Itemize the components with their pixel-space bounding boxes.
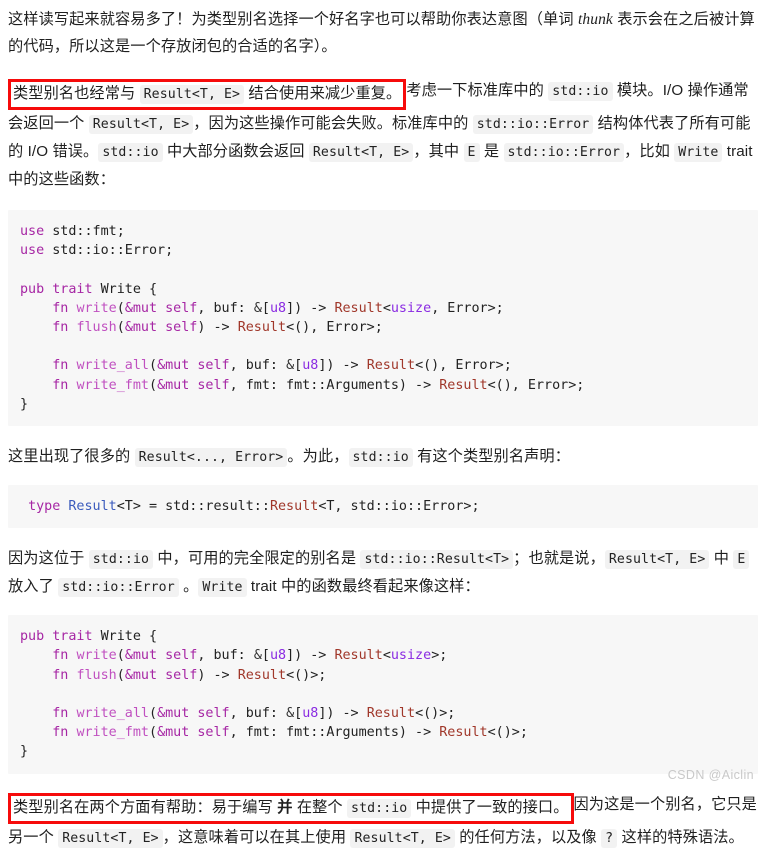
inline-code: std::io — [548, 82, 613, 101]
highlight-text-1: 类型别名在两个方面有帮助：易于编写 — [13, 798, 278, 816]
paragraph-text-5: ，因为这些操作可能会失败。标准库中的 — [193, 115, 473, 132]
paragraph-text-2: 。为此， — [287, 448, 349, 466]
inline-code: std::io::Error — [58, 578, 179, 598]
paragraph-text-7: 中大部分函数会返回 — [162, 143, 309, 160]
inline-code: Result<T, E> — [139, 85, 245, 104]
code-block-type-alias: type Result<T> = std::result::Result<T, … — [8, 485, 758, 529]
inline-code: ? — [601, 828, 618, 848]
inline-code: E — [733, 550, 750, 570]
paragraph-alias-benefits: 类型别名在两个方面有帮助：易于编写 并 在整个 std::io 中提供了一致的接… — [8, 791, 758, 852]
paragraph-result-alias: 类型别名也经常与 Result<T, E> 结合使用来减少重复。 考虑一下标准库中… — [8, 77, 758, 193]
inline-code: std::io — [347, 798, 412, 818]
inline-code: Result<T, E> — [604, 550, 710, 570]
paragraph-text-6: 的任何方法，以及像 — [454, 828, 602, 846]
paragraph-text-2: 中，可用的完全限定的别名是 — [153, 550, 361, 568]
highlight-box-secondary: 类型别名在两个方面有帮助：易于编写 并 在整个 std::io 中提供了一致的接… — [8, 792, 574, 824]
paragraph-many-results: 这里出现了很多的 Result<..., Error> 。为此， std::io 有… — [8, 443, 758, 471]
paragraph-text-3: ；也就是说， — [513, 550, 605, 568]
italic-term-thunk: thunk — [577, 11, 613, 28]
paragraph-text-9: 是 — [479, 143, 504, 160]
paragraph-text-7: 这样的特殊语法。 — [617, 828, 744, 846]
code-block-write-trait-full: use std::fmt; use std::io::Error; pub tr… — [8, 210, 758, 427]
paragraph-text-3: 有这个类型别名声明： — [412, 448, 570, 466]
highlight-text-1: 类型别名也经常与 — [13, 85, 140, 102]
highlight-box-primary: 类型别名也经常与 Result<T, E> 结合使用来减少重复。 — [8, 79, 407, 110]
inline-code: E — [463, 143, 480, 162]
paragraph-text-1: 这里出现了很多的 — [8, 448, 135, 466]
inline-code: std::io::Result<T> — [360, 550, 514, 570]
inline-code: std::io::Error — [503, 143, 625, 162]
paragraph-intro-text-1: 这样读写起来就容易多了！为类型别名选择一个好名字也可以帮助你表达意图（单词 — [8, 11, 578, 28]
paragraph-text-5: 放入了 — [8, 578, 59, 596]
inline-code: std::io::Error — [472, 115, 594, 134]
inline-code: std::io — [98, 143, 163, 162]
article-body: 这样读写起来就容易多了！为类型别名选择一个好名字也可以帮助你表达意图（单词 th… — [0, 0, 766, 852]
inline-code: std::io — [88, 550, 154, 570]
paragraph-text-1: 因为这位于 — [8, 550, 89, 568]
bold-word-and: 并 — [277, 798, 293, 816]
inline-code: Result<T, E> — [88, 115, 194, 134]
highlight-text-2: 结合使用来减少重复。 — [244, 85, 402, 102]
paragraph-text-8: ，其中 — [413, 143, 464, 160]
paragraph-text-5: ，这意味着可以在其上使用 — [162, 828, 351, 846]
inline-code: Result<..., Error> — [134, 448, 288, 468]
inline-code: Result<T, E> — [350, 828, 455, 848]
paragraph-intro: 这样读写起来就容易多了！为类型别名选择一个好名字也可以帮助你表达意图（单词 th… — [8, 6, 758, 60]
paragraph-text-4: 中 — [709, 550, 734, 568]
inline-code: Result<T, E> — [308, 143, 414, 162]
highlight-text-3: 中提供了一致的接口。 — [411, 798, 569, 816]
inline-code: Write — [674, 143, 723, 162]
code-block-write-trait-aliased: pub trait Write { fn write(&mut self, bu… — [8, 615, 758, 774]
inline-code: std::io — [348, 448, 413, 468]
paragraph-text-10: ，比如 — [624, 143, 675, 160]
paragraph-text-7: trait 中的函数最终看起来像这样： — [246, 578, 480, 596]
csdn-watermark: CSDN @Aiclin — [667, 768, 754, 782]
inline-code: Result<T, E> — [58, 828, 163, 848]
paragraph-text-3: 考虑一下标准库中的 — [406, 82, 549, 99]
inline-code: Write — [198, 578, 247, 598]
highlight-text-2: 在整个 — [292, 798, 348, 816]
paragraph-text-6: 。 — [178, 578, 199, 596]
paragraph-fully-qualified: 因为这位于 std::io 中，可用的完全限定的别名是 std::io::Res… — [8, 545, 758, 601]
